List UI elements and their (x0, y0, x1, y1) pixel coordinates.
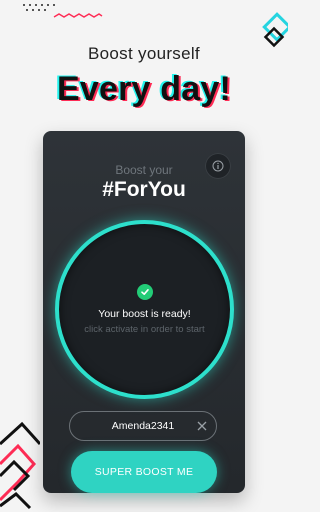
tagline: Boost yourself (88, 44, 200, 63)
username-field (69, 411, 217, 441)
wave-decoration (53, 13, 103, 18)
diamond-pattern-decoration (0, 421, 40, 510)
check-icon (137, 284, 153, 300)
username-input[interactable] (70, 412, 216, 440)
hint-text: click activate in order to start (84, 324, 205, 335)
hero-heading: Every day! Every day! Every day! (0, 69, 288, 114)
dots-decoration (23, 4, 55, 11)
hero-title: Every day! (57, 70, 231, 108)
status-text: Your boost is ready! (98, 308, 191, 320)
super-boost-button[interactable]: SUPER BOOST ME (71, 451, 217, 493)
card-title: #ForYou (102, 178, 186, 201)
card-subtitle: Boost your (115, 163, 173, 177)
boost-status-ring: Your boost is ready! click activate in o… (55, 220, 234, 399)
boost-card: Boost your #ForYou Your boost is ready! … (43, 131, 245, 493)
close-icon[interactable] (196, 420, 208, 432)
